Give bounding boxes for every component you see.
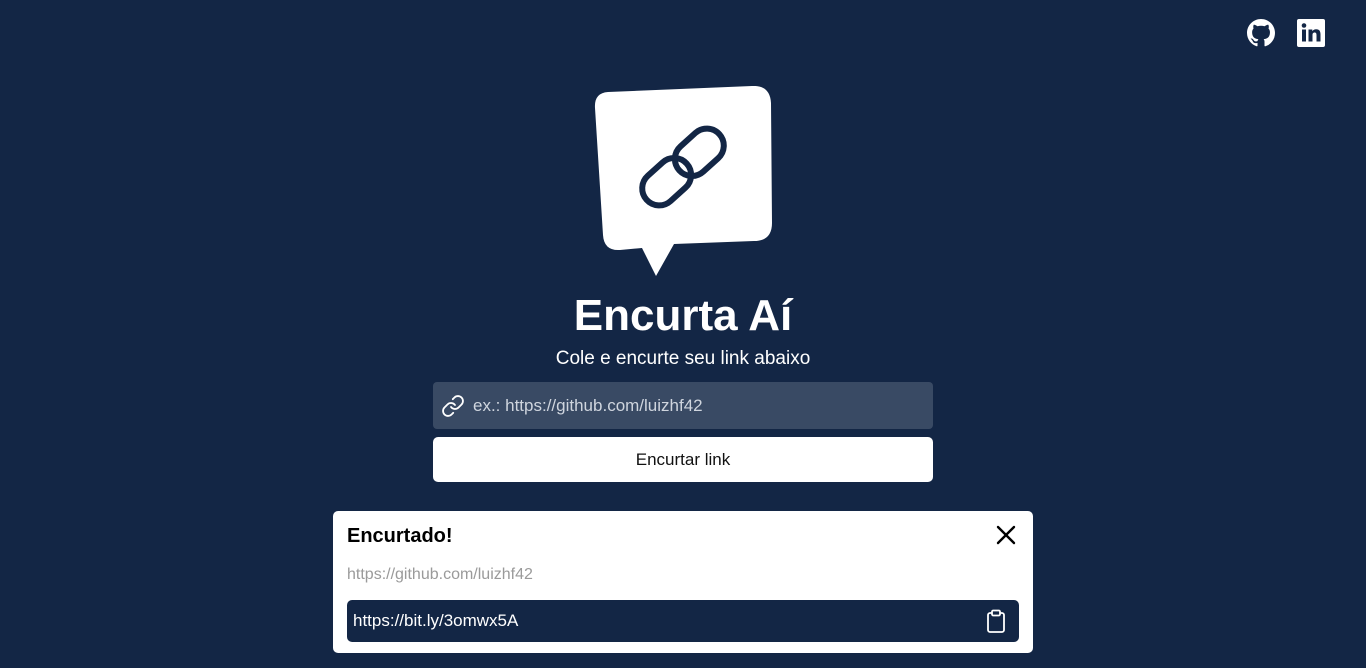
clipboard-icon[interactable] [985,609,1007,633]
short-url-box: https://bit.ly/3omwx5A [347,600,1019,642]
url-input-container [433,381,933,430]
short-url[interactable]: https://bit.ly/3omwx5A [353,611,518,631]
result-title: Encurtado! [347,525,453,547]
linkedin-link[interactable] [1297,19,1325,47]
original-url: https://github.com/luizhf42 [347,566,533,583]
social-links [1247,19,1325,47]
page-title: Encurta Aí [573,291,793,340]
url-input[interactable] [471,381,933,430]
github-icon [1247,19,1275,47]
shorten-button[interactable]: Encurtar link [433,437,933,482]
result-card: Encurtado! https://github.com/luizhf42 h… [333,511,1033,653]
linkedin-icon [1297,19,1325,47]
chain-link-icon [594,86,772,276]
github-link[interactable] [1247,19,1275,47]
link-icon [442,394,464,417]
page-subtitle: Cole e encurte seu link abaixo [555,348,811,369]
close-icon[interactable] [995,524,1017,546]
